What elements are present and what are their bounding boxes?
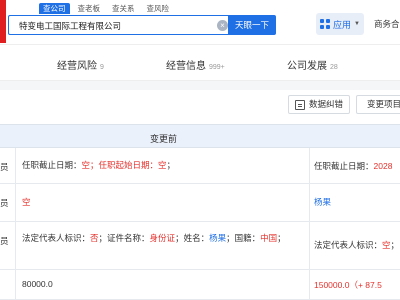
- section-business-risk[interactable]: 经营风险 9: [57, 57, 104, 72]
- cell-text-segment: 空: [22, 197, 31, 207]
- section-count: 28: [330, 64, 338, 71]
- section-count: 999+: [209, 64, 225, 71]
- apps-label: 应用: [333, 19, 352, 30]
- search-type-tabs: 查公司 查老板 查关系 查风险: [39, 3, 173, 14]
- after-cell: 150000.0（+ 87.5: [314, 279, 382, 291]
- tab-boss[interactable]: 查老板: [74, 3, 105, 14]
- after-cell: 任职截止日期：2028: [314, 160, 392, 172]
- cell-text-segment: 2028: [373, 161, 393, 171]
- cell-text-segment: 法定代表人标识：: [314, 240, 383, 250]
- cell-text-segment: 否: [90, 233, 99, 243]
- change-item-cell: 员: [0, 236, 9, 246]
- cell-text-segment: ；: [277, 233, 286, 243]
- cell-text-segment: 空: [382, 240, 391, 250]
- table-row: 80000.0 150000.0（+ 87.5: [0, 270, 400, 300]
- section-label: 经营信息: [166, 61, 206, 72]
- section-business-info[interactable]: 经营信息 999+: [166, 57, 225, 72]
- clear-icon[interactable]: ×: [217, 20, 228, 31]
- table-row: 员 空 杨果: [0, 184, 400, 222]
- data-error-button[interactable]: 数据纠错: [288, 95, 351, 114]
- table-row: 员 任职截止日期：空；任职起始日期：空； 任职截止日期：2028: [0, 148, 400, 184]
- after-cell: 杨果: [314, 196, 331, 208]
- search-input[interactable]: 特变电工国际工程有限公司 ×: [8, 15, 228, 35]
- header-before: 变更前: [150, 134, 178, 144]
- section-label: 经营风险: [57, 61, 97, 72]
- before-cell: 法定代表人标识：否；证件名称：身份证；姓名：杨果；国籍：中国；: [22, 231, 304, 246]
- divider-band: [0, 81, 400, 90]
- change-item-label: 变更项目: [367, 99, 400, 109]
- top-header: 查公司 查老板 查关系 查风险 特变电工国际工程有限公司 × 天眼一下 应用 ▼…: [0, 0, 400, 45]
- cell-text-segment: 150000.0: [314, 280, 350, 290]
- before-cell: 任职截止日期：空；任职起始日期：空；: [22, 158, 304, 173]
- cell-text-segment: ；国籍：: [226, 233, 261, 243]
- change-item-cell: 员: [0, 198, 9, 208]
- cell-text-segment: ；任职起始日期：: [90, 160, 159, 170]
- before-cell: 空: [22, 195, 304, 210]
- cell-text-segment[interactable]: 杨果: [209, 233, 226, 243]
- cell-text-segment: 空: [81, 160, 91, 170]
- apps-grid-icon: [320, 19, 331, 29]
- search-button[interactable]: 天眼一下: [228, 15, 276, 35]
- section-count: 9: [100, 64, 104, 71]
- cell-text-segment: 身份证: [149, 233, 176, 243]
- cell-text-segment: 法定代表人标识：: [22, 233, 91, 243]
- tab-company[interactable]: 查公司: [39, 3, 70, 14]
- cell-text-segment: ；: [166, 160, 176, 170]
- logo: [0, 0, 6, 43]
- section-nav: 经营风险 9 经营信息 999+ 公司发展 28: [0, 45, 400, 81]
- apps-button[interactable]: 应用 ▼: [316, 13, 364, 35]
- cell-text-segment: 任职截止日期：: [314, 161, 374, 171]
- cell-text-segment: 80000.0: [22, 279, 53, 289]
- cell-text-segment: 空: [158, 160, 167, 170]
- business-cooperation-link[interactable]: 商务合: [374, 18, 400, 30]
- after-cell: 法定代表人标识：空；: [314, 239, 399, 251]
- change-item-cell: 员: [0, 162, 9, 172]
- table-row: 员 法定代表人标识：否；证件名称：身份证；姓名：杨果；国籍：中国； 法定代表人标…: [0, 222, 400, 270]
- section-company-development[interactable]: 公司发展 28: [287, 57, 338, 72]
- cell-text-segment: ；证件名称：: [98, 233, 150, 243]
- table-header: 变更前: [0, 124, 400, 148]
- data-error-label: 数据纠错: [309, 99, 344, 109]
- change-item-dropdown[interactable]: 变更项目: [356, 95, 400, 114]
- cell-text-segment: ；: [390, 240, 400, 250]
- cell-text-segment: ；姓名：: [175, 233, 210, 243]
- section-label: 公司发展: [287, 61, 327, 72]
- cell-text-segment: （+ 87.5: [349, 280, 382, 290]
- cell-text-segment: 中国: [260, 233, 278, 243]
- cell-text-segment[interactable]: 杨果: [314, 197, 331, 207]
- report-icon: [295, 100, 305, 110]
- before-cell: 80000.0: [22, 277, 304, 292]
- cell-text-segment: 任职截止日期：: [22, 160, 82, 170]
- caret-down-icon: ▼: [354, 21, 360, 27]
- search-input-value: 特变电工国际工程有限公司: [19, 21, 122, 31]
- tab-risk[interactable]: 查风险: [143, 3, 174, 14]
- tab-relation[interactable]: 查关系: [108, 3, 139, 14]
